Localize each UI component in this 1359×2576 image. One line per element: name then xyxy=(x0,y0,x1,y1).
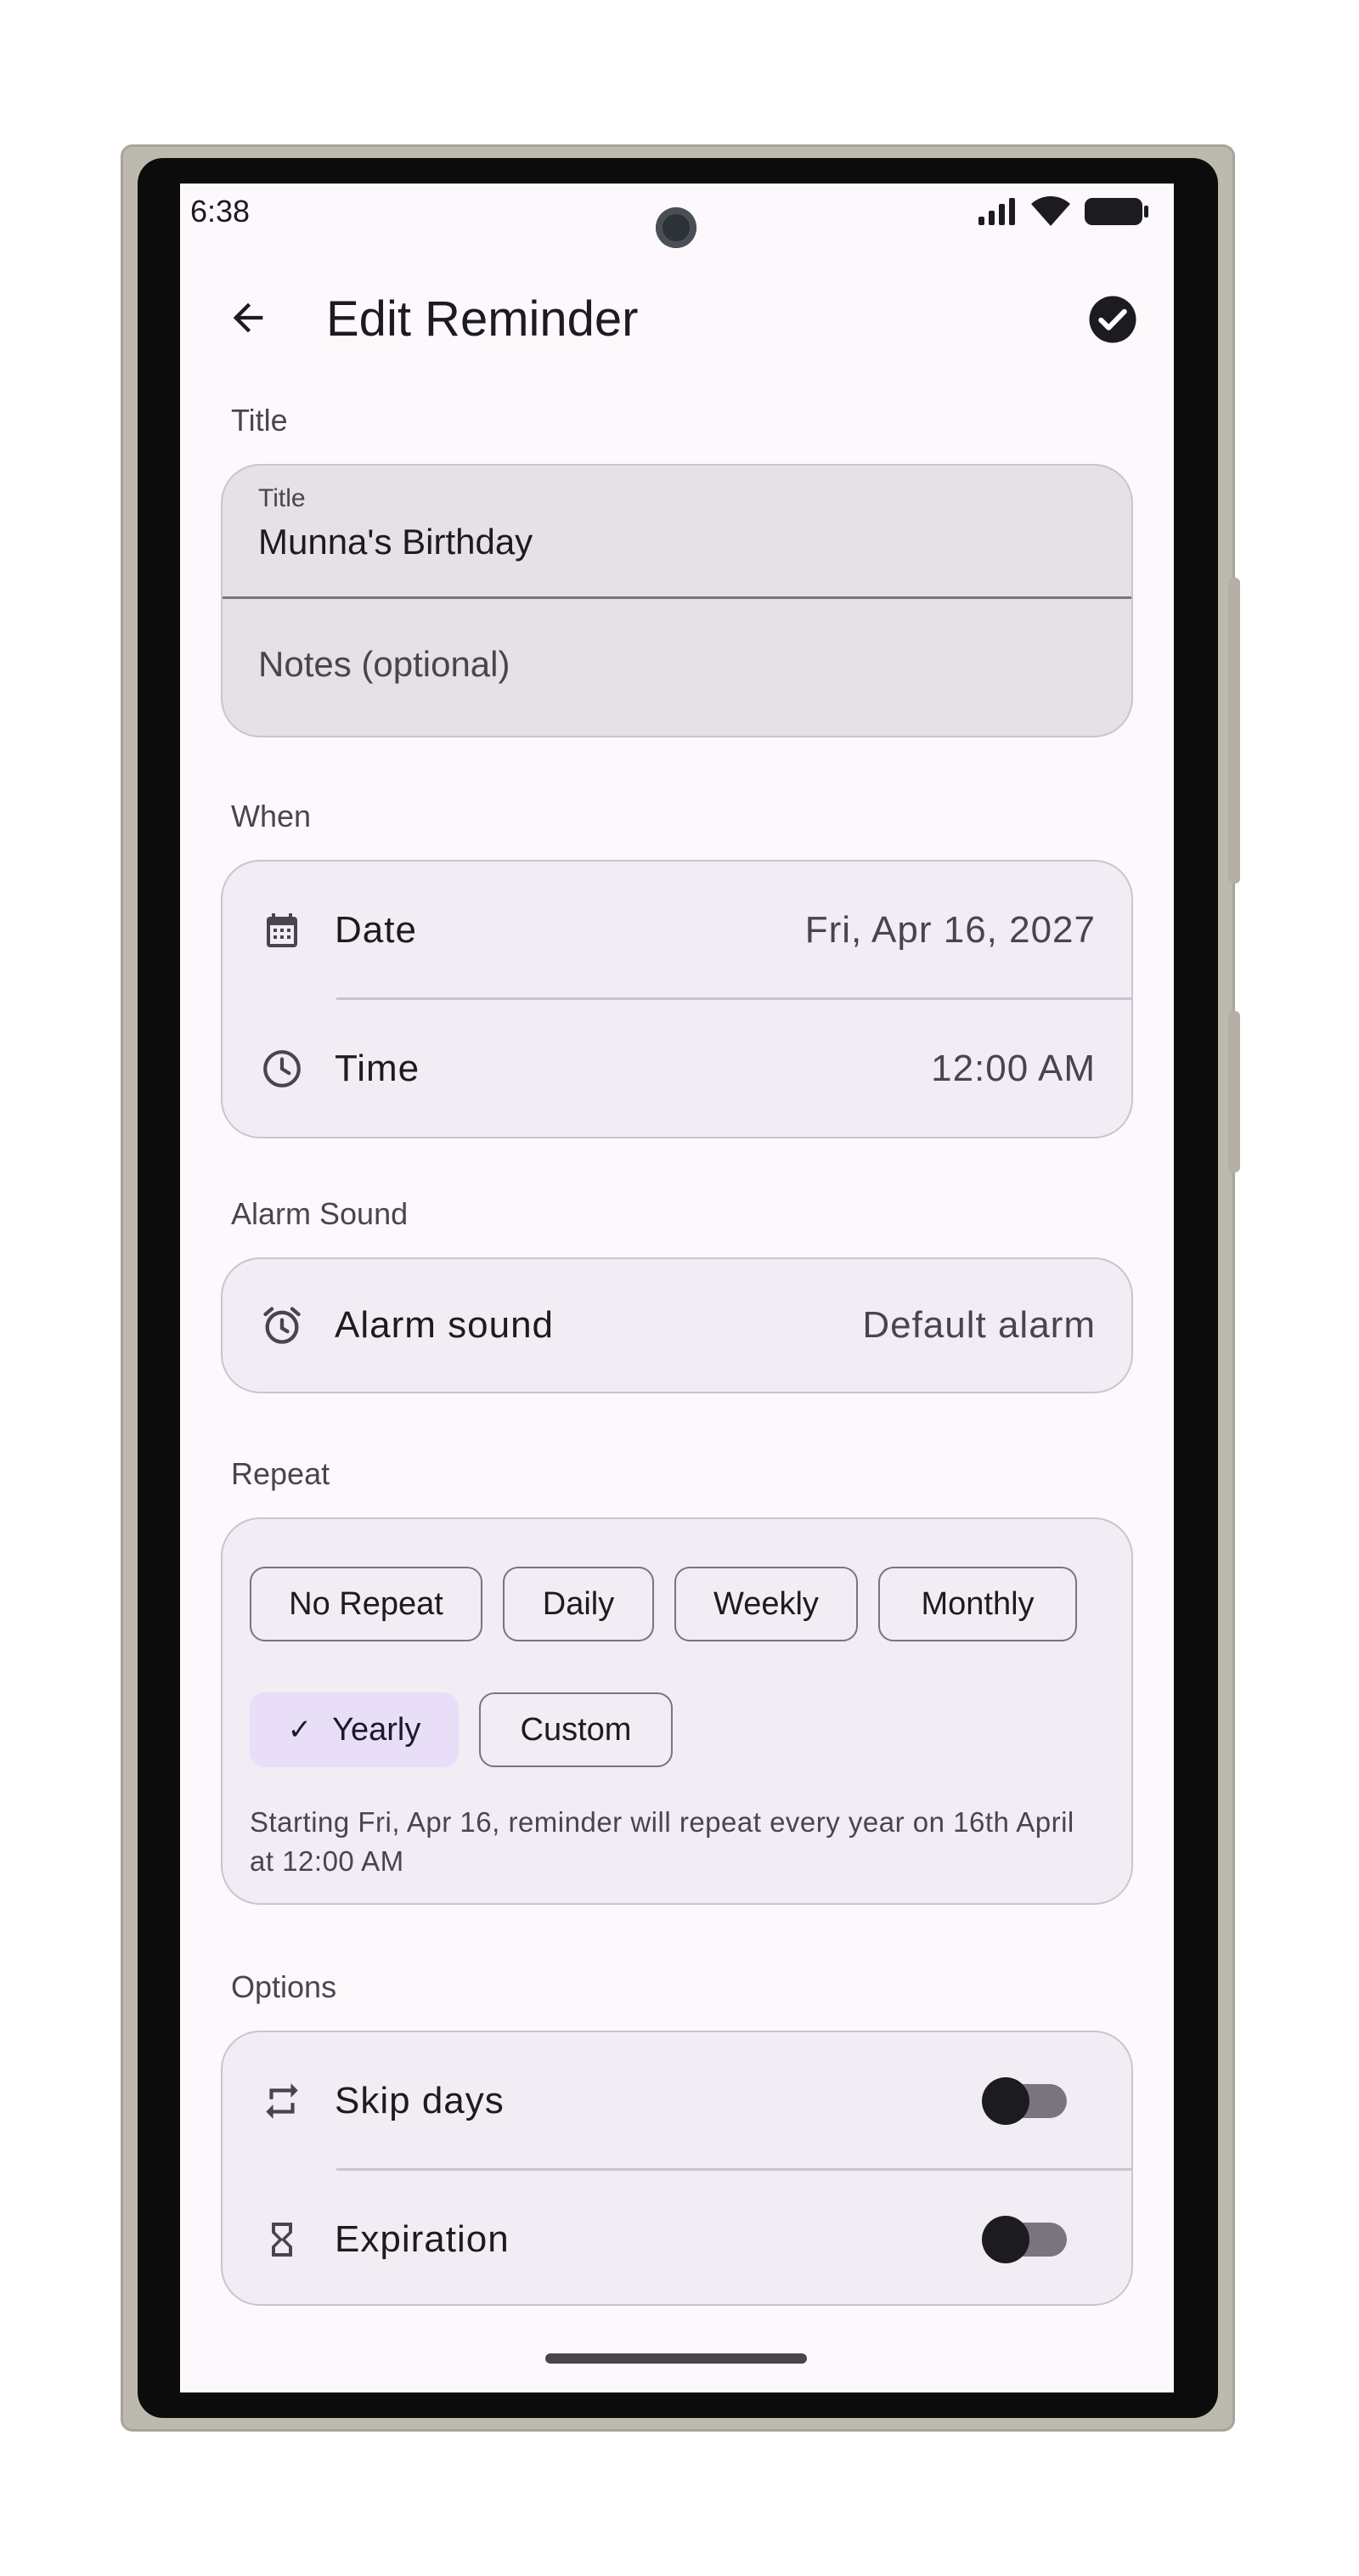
volume-button xyxy=(1228,578,1240,884)
repeat-description: Starting Fri, Apr 16, reminder will repe… xyxy=(250,1806,1074,1877)
home-indicator[interactable] xyxy=(545,2353,807,2364)
back-arrow-icon xyxy=(233,302,263,333)
check-icon: ✓ xyxy=(287,1714,313,1746)
repeat-icon xyxy=(260,2079,304,2123)
alarm-sound-row[interactable]: Alarm sound Default alarm xyxy=(223,1259,1131,1392)
time-value: 12:00 AM xyxy=(931,1048,1096,1089)
status-time: 6:38 xyxy=(190,194,251,229)
toggle-knob xyxy=(982,2216,1029,2263)
battery-icon xyxy=(1085,198,1148,225)
alarm-sound-value: Default alarm xyxy=(862,1304,1096,1346)
title-section-heading: Title xyxy=(231,403,288,438)
chip-weekly[interactable]: Weekly xyxy=(674,1567,858,1641)
title-field[interactable]: Title Munna's Birthday xyxy=(223,466,1131,599)
expiration-label: Expiration xyxy=(335,2218,510,2260)
date-row[interactable]: Date Fri, Apr 16, 2027 xyxy=(223,861,1131,999)
expiration-toggle[interactable] xyxy=(982,2216,1067,2263)
skip-days-toggle[interactable] xyxy=(982,2077,1067,2125)
repeat-section-heading: Repeat xyxy=(231,1456,330,1491)
toggle-knob xyxy=(982,2077,1029,2125)
chip-yearly-label: Yearly xyxy=(332,1711,421,1748)
skip-days-label: Skip days xyxy=(335,2080,505,2121)
phone-screen: 6:38 Edit Reminder Title Title Munna's B… xyxy=(180,184,1174,2392)
chip-yearly[interactable]: ✓ Yearly xyxy=(250,1692,459,1767)
status-icons xyxy=(977,195,1150,228)
save-button[interactable] xyxy=(1082,289,1143,350)
front-camera xyxy=(656,207,696,248)
date-label: Date xyxy=(335,909,417,951)
time-label: Time xyxy=(335,1048,420,1089)
hourglass-icon xyxy=(260,2217,304,2262)
title-field-value: Munna's Birthday xyxy=(258,522,533,562)
clock-icon xyxy=(260,1047,304,1091)
chip-no-repeat[interactable]: No Repeat xyxy=(250,1567,482,1641)
alarm-card: Alarm sound Default alarm xyxy=(221,1257,1133,1393)
date-value: Fri, Apr 16, 2027 xyxy=(804,909,1096,951)
skip-days-row[interactable]: Skip days xyxy=(223,2032,1131,2170)
options-section-heading: Options xyxy=(231,1969,337,2004)
title-field-underline xyxy=(223,596,1131,599)
alarm-sound-label: Alarm sound xyxy=(335,1304,555,1346)
when-section-heading: When xyxy=(231,799,312,833)
page-title: Edit Reminder xyxy=(326,291,639,347)
title-field-label: Title xyxy=(258,484,306,512)
chip-custom[interactable]: Custom xyxy=(479,1692,673,1767)
time-row[interactable]: Time 12:00 AM xyxy=(223,1000,1131,1137)
chip-monthly[interactable]: Monthly xyxy=(878,1567,1077,1641)
check-circle-icon xyxy=(1089,296,1136,343)
back-button[interactable] xyxy=(217,287,279,348)
repeat-card: No Repeat Daily Weekly Monthly ✓ Yearly … xyxy=(221,1517,1133,1905)
signal-icon xyxy=(978,198,1015,225)
options-card: Skip days Expiration xyxy=(221,2031,1133,2306)
alarm-section-heading: Alarm Sound xyxy=(231,1196,409,1231)
notes-field[interactable]: Notes (optional) xyxy=(258,644,510,685)
when-card: Date Fri, Apr 16, 2027 Time 12:00 AM xyxy=(221,860,1133,1138)
power-button xyxy=(1228,1011,1240,1172)
expiration-row[interactable]: Expiration xyxy=(223,2171,1131,2304)
wifi-icon xyxy=(1031,196,1070,226)
chip-daily[interactable]: Daily xyxy=(503,1567,654,1641)
alarm-clock-icon xyxy=(260,1303,304,1347)
title-card: Title Munna's Birthday Notes (optional) xyxy=(221,464,1133,737)
calendar-icon xyxy=(260,908,304,952)
